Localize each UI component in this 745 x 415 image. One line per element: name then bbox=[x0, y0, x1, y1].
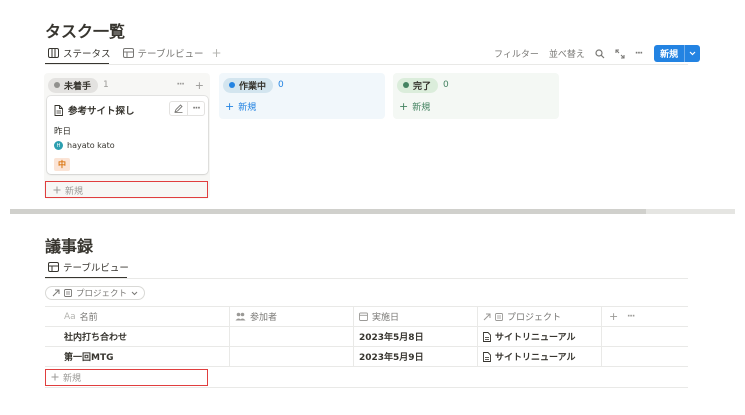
text-property-icon: Aa bbox=[64, 311, 76, 322]
board-title: タスク一覧 bbox=[45, 22, 126, 41]
project-filter-chip[interactable]: プロジェクト bbox=[45, 286, 146, 300]
status-label-todo: 未着手 bbox=[64, 81, 92, 92]
relation-arrow-icon bbox=[52, 289, 60, 297]
table-row[interactable]: 第一回MTG bbox=[64, 347, 113, 366]
filter-button[interactable]: フィルター bbox=[494, 47, 539, 60]
new-button-label: 新規 bbox=[660, 50, 679, 60]
status-pill-done: 完了 bbox=[397, 77, 439, 93]
table-row-border bbox=[45, 366, 688, 367]
row-name: 社内打ち合わせ bbox=[64, 333, 128, 343]
tab-table-view-label: テーブルビュー bbox=[137, 49, 204, 60]
row-project[interactable]: サイトリニューアル bbox=[483, 327, 576, 346]
expand-icon[interactable] bbox=[615, 48, 625, 59]
board-view-icon bbox=[48, 48, 59, 58]
column-divider bbox=[477, 306, 478, 366]
highlight-box bbox=[45, 369, 208, 386]
calendar-icon bbox=[359, 312, 368, 321]
column-add-button[interactable]: + bbox=[195, 79, 204, 92]
new-button[interactable]: 新規 bbox=[654, 45, 701, 62]
board-column-in-progress: 作業中 0 + 新規 bbox=[219, 73, 385, 119]
search-icon[interactable] bbox=[595, 48, 605, 59]
table-more-button[interactable]: ··· bbox=[627, 307, 635, 326]
assignee-name: hayato kato bbox=[67, 141, 115, 150]
board-column-done: 完了 0 + 新規 bbox=[393, 73, 559, 119]
minutes-tabs-divider bbox=[45, 278, 688, 279]
status-label-done: 完了 bbox=[413, 81, 432, 92]
sort-button[interactable]: 並べ替え bbox=[549, 47, 585, 60]
tab-status-label: ステータス bbox=[63, 49, 111, 60]
add-property-button[interactable]: + bbox=[609, 307, 618, 326]
status-dot-icon bbox=[229, 82, 235, 88]
task-card[interactable]: 参考サイト探し ··· 昨日 H hayato kato 中 bbox=[47, 96, 208, 174]
column-divider bbox=[601, 306, 602, 366]
row-project-label: サイトリニューアル bbox=[495, 353, 576, 363]
column-new-button[interactable]: + 新規 bbox=[219, 100, 262, 113]
tab-status[interactable]: ステータス bbox=[44, 43, 115, 63]
column-divider bbox=[353, 306, 354, 366]
filter-chip-label: プロジェクト bbox=[76, 289, 128, 299]
people-icon bbox=[235, 312, 246, 321]
tab-minutes-table-label: テーブルビュー bbox=[63, 263, 129, 274]
header-project[interactable]: プロジェクト bbox=[483, 307, 561, 326]
avatar: H bbox=[54, 141, 63, 150]
header-participants[interactable]: 参加者 bbox=[235, 307, 277, 326]
table-row[interactable]: 社内打ち合わせ bbox=[64, 327, 127, 346]
minutes-title: 議事録 bbox=[45, 237, 94, 256]
table-view-icon bbox=[122, 48, 134, 58]
row-project[interactable]: サイトリニューアル bbox=[483, 347, 576, 366]
table-bottom-border bbox=[45, 387, 688, 388]
page-icon bbox=[483, 331, 491, 342]
plus-icon: + bbox=[225, 100, 235, 113]
header-name[interactable]: Aa 名前 bbox=[64, 307, 98, 326]
column-divider bbox=[229, 306, 230, 366]
page-icon bbox=[495, 312, 503, 321]
priority-tag: 中 bbox=[54, 158, 70, 171]
card-date: 昨日 bbox=[54, 127, 72, 137]
status-dot-icon bbox=[403, 82, 409, 88]
page-icon bbox=[483, 351, 491, 362]
chevron-down-icon[interactable] bbox=[684, 45, 700, 62]
column-count-done: 0 bbox=[443, 80, 449, 90]
column-new-label: 新規 bbox=[238, 103, 257, 113]
edit-icon[interactable] bbox=[170, 102, 187, 115]
column-new-label: 新規 bbox=[412, 103, 431, 113]
column-count-todo: 1 bbox=[103, 80, 109, 90]
row-date[interactable]: 2023年5月9日 bbox=[359, 347, 424, 366]
column-more-button[interactable]: ··· bbox=[177, 80, 185, 90]
status-label-in-progress: 作業中 bbox=[239, 81, 267, 92]
status-pill-todo: 未着手 bbox=[48, 77, 99, 93]
card-more-button[interactable]: ··· bbox=[187, 102, 204, 115]
header-date[interactable]: 実施日 bbox=[359, 307, 399, 326]
row-name: 第一回MTG bbox=[64, 353, 114, 363]
highlight-box bbox=[45, 181, 208, 198]
relation-arrow-icon bbox=[483, 313, 491, 321]
card-assignee: H hayato kato bbox=[54, 141, 115, 150]
tab-minutes-table[interactable]: テーブルビュー bbox=[44, 257, 133, 277]
status-pill-in-progress: 作業中 bbox=[223, 77, 274, 93]
column-count-in-progress: 0 bbox=[278, 80, 284, 90]
board-tabs-divider bbox=[45, 64, 688, 65]
row-date[interactable]: 2023年5月8日 bbox=[359, 327, 424, 346]
card-actions: ··· bbox=[169, 101, 205, 116]
scrollbar-track bbox=[646, 209, 735, 214]
page-icon bbox=[54, 104, 63, 116]
status-dot-icon bbox=[54, 82, 60, 88]
table-view-icon bbox=[48, 262, 59, 272]
column-new-button[interactable]: + 新規 bbox=[393, 100, 436, 113]
more-options-button[interactable]: ··· bbox=[635, 49, 643, 59]
tab-table-view[interactable]: テーブルビュー bbox=[119, 43, 208, 63]
plus-icon: + bbox=[399, 100, 409, 113]
page-icon bbox=[64, 289, 72, 297]
chevron-down-icon bbox=[131, 291, 138, 296]
card-title: 参考サイト探し bbox=[68, 106, 135, 117]
horizontal-scrollbar[interactable] bbox=[10, 209, 646, 214]
add-view-button[interactable]: + bbox=[207, 43, 225, 63]
row-project-label: サイトリニューアル bbox=[495, 333, 576, 343]
